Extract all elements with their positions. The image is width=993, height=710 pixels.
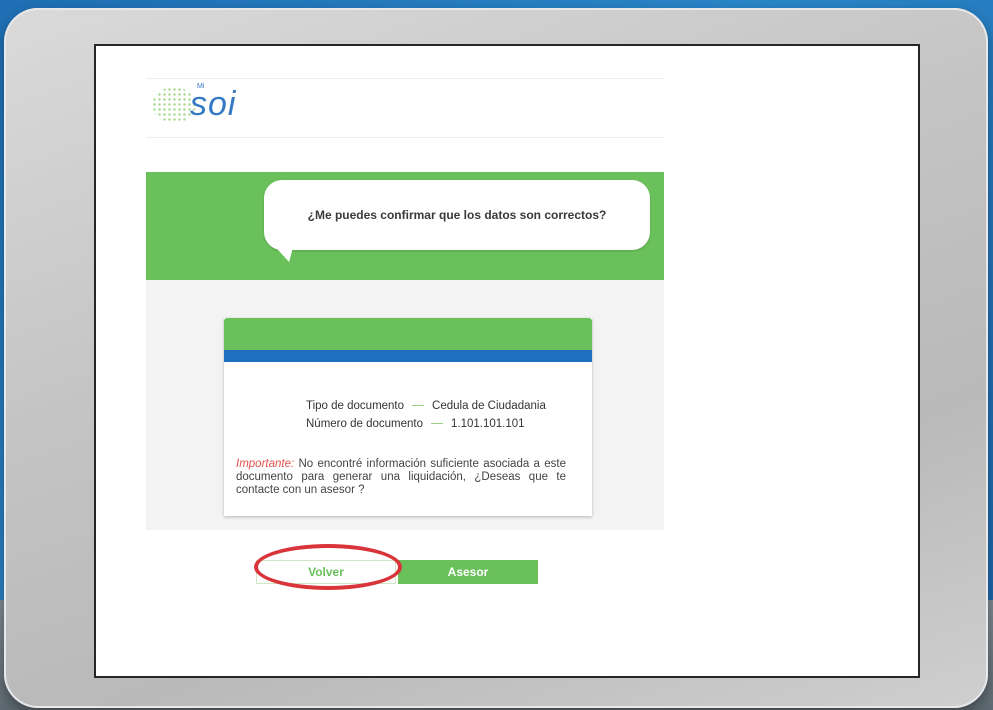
content-area: Tipo de documento Cedula de Ciudadania Nú… (146, 280, 664, 530)
soi-app: Mi soi ¿Me puedes confirmar que los dato… (146, 78, 664, 584)
asesor-button[interactable]: Asesor (398, 560, 538, 584)
speech-bubble: ¿Me puedes confirmar que los datos son c… (264, 180, 650, 250)
confirm-message: ¿Me puedes confirmar que los datos son c… (307, 208, 607, 222)
numero-documento-value: 1.101.101.101 (450, 418, 525, 430)
tipo-documento-label: Tipo de documento (306, 400, 405, 412)
dash-separator (412, 405, 425, 407)
important-notice: Importante: No encontré información sufi… (236, 458, 566, 497)
important-label: Importante: (236, 458, 295, 470)
logo-bar: Mi soi (146, 78, 664, 138)
tipo-documento-row: Tipo de documento Cedula de Ciudadania (306, 400, 546, 412)
green-banner: ¿Me puedes confirmar que los datos son c… (146, 172, 664, 280)
document-card: Tipo de documento Cedula de Ciudadania Nú… (224, 318, 592, 516)
numero-documento-label: Número de documento (306, 418, 423, 430)
card-header-blue (224, 350, 592, 362)
soi-logo: soi (190, 85, 237, 123)
numero-documento-row: Número de documento 1.101.101.101 (306, 418, 525, 430)
card-header-green (224, 318, 592, 350)
volver-highlight-circle (254, 544, 402, 590)
dash-separator (430, 423, 443, 425)
tipo-documento-value: Cedula de Ciudadania (432, 400, 546, 412)
